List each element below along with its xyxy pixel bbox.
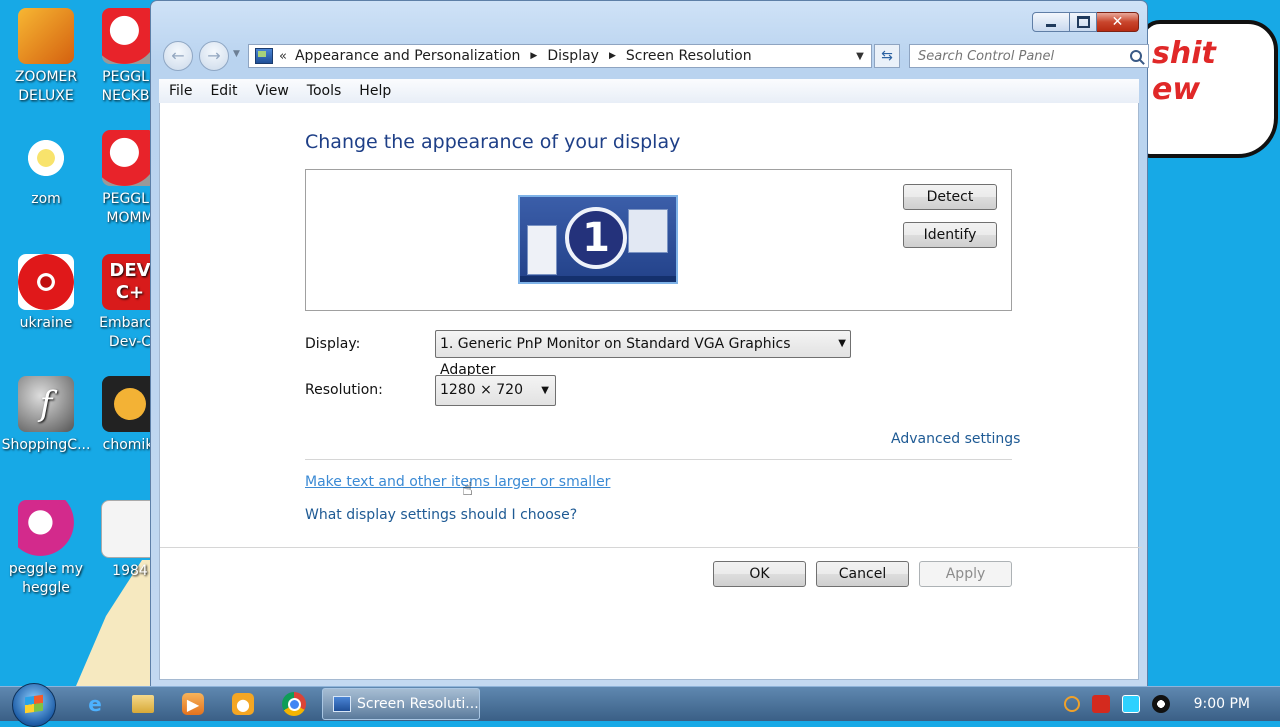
taskbar: e ▶ ● Screen Resoluti... 9:00 PM bbox=[0, 683, 1280, 727]
breadcrumb-overflow[interactable]: « bbox=[279, 49, 287, 64]
search-icon[interactable] bbox=[1130, 50, 1142, 62]
control-panel-icon bbox=[255, 48, 273, 64]
cancel-button[interactable]: Cancel bbox=[816, 561, 909, 587]
menu-view[interactable]: View bbox=[246, 83, 297, 99]
menu-tools[interactable]: Tools bbox=[297, 83, 350, 99]
flower-icon bbox=[18, 130, 74, 186]
action-center-flag-icon[interactable] bbox=[1091, 695, 1110, 713]
desktop-icon-label: zom bbox=[31, 191, 61, 207]
flash-icon: f bbox=[18, 376, 74, 432]
minimize-icon bbox=[1046, 23, 1056, 27]
back-arrow-icon: ← bbox=[171, 46, 185, 65]
desktop-icon-label: ukraine bbox=[19, 315, 73, 331]
divider bbox=[160, 547, 1142, 548]
peggle-icon bbox=[18, 500, 74, 556]
display-preview-panel: 1 Detect Identify bbox=[305, 169, 1012, 311]
menu-file[interactable]: File bbox=[159, 83, 200, 99]
monitor-1-thumbnail[interactable]: 1 bbox=[518, 195, 678, 284]
page-title: Change the appearance of your display bbox=[305, 131, 681, 153]
maximize-button[interactable] bbox=[1070, 12, 1097, 32]
close-icon: ✕ bbox=[1111, 14, 1124, 30]
thumbnail-window-right bbox=[628, 209, 668, 253]
navigation-bar: ← → ▼ « Appearance and Personalization ▶… bbox=[161, 41, 1149, 71]
desktop-icon-shopping[interactable]: f ShoppingC... bbox=[0, 376, 92, 455]
refresh-button[interactable]: ⇆ bbox=[874, 44, 900, 68]
desktop-icon-label: peggle my heggle bbox=[8, 561, 84, 596]
display-label: Display: bbox=[305, 336, 361, 352]
start-button[interactable] bbox=[12, 683, 56, 727]
menu-bar: File Edit View Tools Help bbox=[159, 79, 1139, 103]
volume-icon[interactable] bbox=[1151, 695, 1170, 713]
monitor-number-badge: 1 bbox=[565, 207, 627, 269]
control-panel-icon bbox=[333, 696, 351, 712]
breadcrumb-display[interactable]: Display bbox=[547, 48, 599, 64]
desktop-icon-label: ZOOMER DELUXE bbox=[14, 69, 78, 104]
thumbnail-window-left bbox=[527, 225, 557, 275]
resolution-select[interactable]: 1280 × 720 ▼ bbox=[435, 375, 556, 406]
display-select[interactable]: 1. Generic PnP Monitor on Standard VGA G… bbox=[435, 330, 851, 378]
wallpaper-text-line-2: ew bbox=[1152, 72, 1201, 107]
address-bar[interactable]: « Appearance and Personalization ▶ Displ… bbox=[248, 44, 872, 68]
search-input[interactable] bbox=[910, 47, 1120, 65]
chrome-icon[interactable] bbox=[282, 692, 306, 716]
ie-icon[interactable]: e bbox=[82, 691, 108, 717]
menu-help[interactable]: Help bbox=[349, 83, 399, 99]
wallpaper-text-line-1: shit bbox=[1152, 36, 1216, 71]
desktop-icon-zom[interactable]: zom bbox=[0, 130, 92, 209]
clock[interactable]: 9:00 PM bbox=[1194, 696, 1250, 712]
breadcrumb-screen-resolution[interactable]: Screen Resolution bbox=[626, 48, 752, 64]
forward-arrow-icon: → bbox=[207, 46, 221, 65]
thumbnail-taskbar bbox=[520, 276, 676, 282]
display-settings-help-link[interactable]: What display settings should I choose? bbox=[305, 507, 577, 523]
resolution-select-value: 1280 × 720 bbox=[440, 382, 523, 398]
media-player-icon[interactable]: ▶ bbox=[182, 693, 204, 715]
hand-cursor-icon: ☝ bbox=[462, 479, 473, 500]
content-pane: Change the appearance of your display 1 … bbox=[159, 103, 1142, 680]
zoomer-icon bbox=[18, 8, 74, 64]
network-monitor-icon[interactable] bbox=[1121, 695, 1140, 713]
refresh-icon: ⇆ bbox=[881, 48, 893, 64]
breadcrumb-appearance[interactable]: Appearance and Personalization bbox=[295, 48, 520, 64]
detect-button[interactable]: Detect bbox=[903, 184, 997, 210]
advanced-settings-link[interactable]: Advanced settings bbox=[891, 431, 1020, 447]
text-size-link[interactable]: Make text and other items larger or smal… bbox=[305, 474, 610, 490]
maximize-icon bbox=[1076, 16, 1090, 28]
display-select-value: 1. Generic PnP Monitor on Standard VGA G… bbox=[440, 336, 791, 378]
desktop-icon-peggle-heggle[interactable]: peggle my heggle bbox=[0, 500, 92, 598]
recent-pages-dropdown[interactable]: ▼ bbox=[233, 49, 240, 59]
system-tray: 9:00 PM bbox=[1063, 687, 1280, 721]
screen-resolution-window: ✕ ← → ▼ « Appearance and Personalization… bbox=[150, 0, 1149, 688]
radiation-icon bbox=[18, 254, 74, 310]
resolution-label: Resolution: bbox=[305, 382, 383, 398]
tray-search-icon[interactable] bbox=[1063, 696, 1080, 712]
minimize-button[interactable] bbox=[1032, 12, 1070, 32]
explorer-icon[interactable] bbox=[132, 695, 154, 713]
taskbar-item-screen-resolution[interactable]: Screen Resoluti... bbox=[322, 688, 480, 720]
chevron-down-icon: ▼ bbox=[541, 385, 549, 396]
back-button[interactable]: ← bbox=[163, 41, 193, 71]
caption-buttons: ✕ bbox=[1032, 12, 1139, 32]
divider bbox=[305, 459, 1012, 460]
desktop-icon-ukraine[interactable]: ukraine bbox=[0, 254, 92, 333]
chevron-down-icon: ▼ bbox=[838, 338, 846, 349]
desktop-icon-zoomer[interactable]: ZOOMER DELUXE bbox=[0, 8, 92, 106]
ok-button[interactable]: OK bbox=[713, 561, 806, 587]
wallpaper-speech-bubble: shit ew bbox=[1140, 20, 1278, 158]
close-button[interactable]: ✕ bbox=[1097, 12, 1139, 32]
search-box[interactable] bbox=[909, 44, 1149, 68]
address-dropdown-icon[interactable]: ▼ bbox=[849, 51, 871, 62]
menu-edit[interactable]: Edit bbox=[200, 83, 245, 99]
desktop-icon-label: ShoppingC... bbox=[1, 437, 91, 453]
breadcrumb-separator-icon[interactable]: ▶ bbox=[609, 51, 616, 61]
apply-button[interactable]: Apply bbox=[919, 561, 1012, 587]
identify-button[interactable]: Identify bbox=[903, 222, 997, 248]
breadcrumb-separator-icon[interactable]: ▶ bbox=[530, 51, 537, 61]
taskbar-item-label: Screen Resoluti... bbox=[357, 696, 479, 712]
camera-icon[interactable]: ● bbox=[232, 693, 254, 715]
forward-button[interactable]: → bbox=[199, 41, 229, 71]
